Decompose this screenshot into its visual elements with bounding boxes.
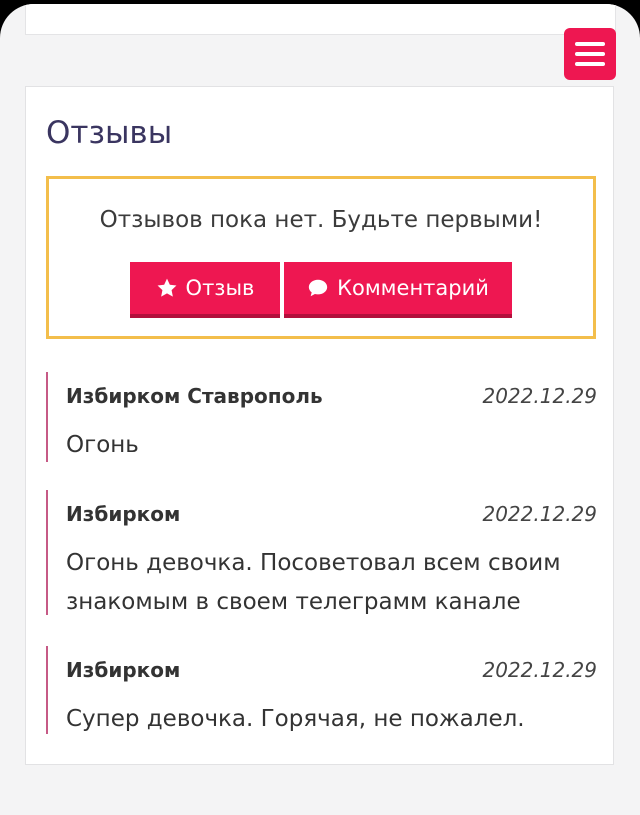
comment-item: Избирком 2022.12.29 Супер девочка. Горяч… — [46, 646, 597, 734]
comment-item: Избирком 2022.12.29 Огонь девочка. Посов… — [46, 490, 597, 615]
hamburger-menu-icon-bar — [575, 52, 605, 56]
comment-item: Избирком Ставрополь 2022.12.29 Огонь — [46, 372, 597, 462]
star-icon — [157, 278, 176, 297]
menu-button[interactable] — [564, 28, 616, 80]
write-review-label: Отзыв — [185, 276, 255, 300]
hamburger-menu-icon-bar — [575, 62, 605, 66]
write-comment-label: Комментарий — [337, 276, 489, 300]
hamburger-menu-icon — [575, 42, 605, 46]
speech-bubble-icon — [308, 279, 328, 297]
comment-text: Огонь — [66, 432, 139, 458]
reviews-card: Отзывы Отзывов пока нет. Будьте первыми!… — [25, 86, 614, 765]
phone-screen: Отзывы Отзывов пока нет. Будьте первыми!… — [0, 4, 640, 815]
comment-author: Избирком — [66, 502, 181, 526]
comment-author: Избирком — [66, 658, 181, 682]
comment-date: 2022.12.29 — [482, 384, 597, 408]
comment-date: 2022.12.29 — [482, 502, 597, 526]
write-review-button[interactable]: Отзыв — [130, 262, 280, 318]
comment-date: 2022.12.29 — [482, 658, 597, 682]
comment-author: Избирком Ставрополь — [66, 384, 323, 408]
no-reviews-box: Отзывов пока нет. Будьте первыми! Отзыв … — [46, 176, 596, 339]
reviews-title: Отзывы — [46, 115, 173, 151]
previous-card — [25, 4, 616, 35]
no-reviews-message: Отзывов пока нет. Будьте первыми! — [99, 207, 543, 233]
comment-text: Супер девочка. Горячая, не пожалел. — [66, 706, 525, 732]
write-comment-button[interactable]: Комментарий — [284, 262, 512, 318]
comment-text: Огонь девочка. Посоветовал всем своим зн… — [66, 550, 561, 615]
